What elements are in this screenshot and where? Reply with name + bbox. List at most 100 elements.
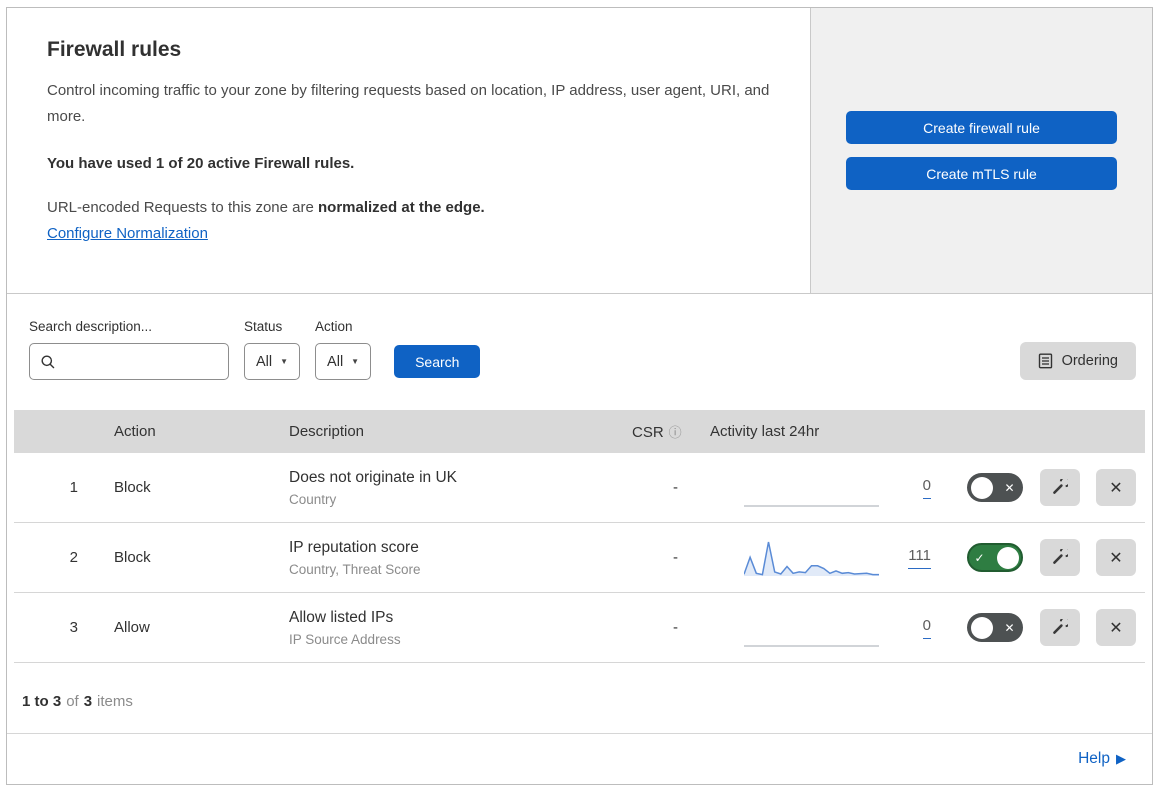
rule-activity-cell: 111 xyxy=(702,536,957,580)
rule-action: Block xyxy=(114,479,151,496)
rule-description-cell: IP reputation score Country, Threat Scor… xyxy=(289,539,632,577)
chevron-down-icon: ▼ xyxy=(280,357,289,366)
help-label: Help xyxy=(1078,750,1110,767)
table-header-row: Action Description CSR ⓘ Activity last 24… xyxy=(14,410,1145,453)
edit-rule-button[interactable] xyxy=(1039,609,1080,646)
rule-action: Allow xyxy=(114,619,150,636)
actions-panel: Create firewall rule Create mTLS rule xyxy=(810,8,1152,293)
wrench-icon xyxy=(1053,549,1068,564)
activity-sparkline xyxy=(744,644,879,647)
activity-count-link[interactable]: 111 xyxy=(908,547,931,569)
ordering-button-label: Ordering xyxy=(1061,353,1118,369)
delete-rule-button[interactable]: ✕ xyxy=(1096,469,1136,506)
normalization-text: URL-encoded Requests to this zone are xyxy=(47,198,318,216)
table-row: 2 Block IP reputation score Country, Thr… xyxy=(14,523,1145,593)
rule-description: IP reputation score xyxy=(289,538,419,556)
rules-table: Action Description CSR ⓘ Activity last 24… xyxy=(14,410,1145,663)
rule-action: Block xyxy=(114,549,151,566)
rule-description-cell: Allow listed IPs IP Source Address xyxy=(289,609,632,647)
toggle-knob xyxy=(970,476,993,499)
chevron-down-icon: ▼ xyxy=(351,357,360,366)
action-filter-group: Action All ▼ xyxy=(315,319,372,380)
header-csr: CSR ⓘ xyxy=(632,424,682,441)
toggle-knob xyxy=(970,616,993,639)
rule-description: Does not originate in UK xyxy=(289,468,458,486)
table-row: 1 Block Does not originate in UK Country… xyxy=(14,453,1145,523)
close-icon: ✕ xyxy=(1109,619,1123,637)
items-total: 3 xyxy=(83,693,93,710)
page-title: Firewall rules xyxy=(47,38,182,61)
create-mtls-rule-button[interactable]: Create mTLS rule xyxy=(846,157,1117,190)
rule-criteria: Country xyxy=(289,491,337,507)
rule-enabled-toggle[interactable]: ✓ ✕ xyxy=(966,613,1023,642)
search-input[interactable] xyxy=(64,352,218,371)
ordering-button[interactable]: Ordering xyxy=(1019,342,1136,380)
top-section: Firewall rules Control incoming traffic … xyxy=(7,8,1152,294)
wrench-icon xyxy=(1053,619,1068,634)
normalization-note: URL-encoded Requests to this zone are no… xyxy=(47,199,770,216)
activity-count-link[interactable]: 0 xyxy=(922,617,931,639)
toggle-x-icon: ✕ xyxy=(1004,620,1015,635)
status-dropdown[interactable]: All ▼ xyxy=(244,343,301,380)
toggle-x-icon: ✕ xyxy=(1004,480,1015,495)
status-selected-value: All xyxy=(256,353,273,370)
edit-rule-button[interactable] xyxy=(1039,469,1080,506)
rule-enabled-toggle[interactable]: ✓ ✕ xyxy=(966,543,1023,572)
edit-rule-button[interactable] xyxy=(1039,539,1080,576)
usage-summary: You have used 1 of 20 active Firewall ru… xyxy=(47,154,355,172)
activity-count-link[interactable]: 0 xyxy=(922,477,931,499)
pagination-summary: 1 to 3 of 3 items xyxy=(7,663,1152,734)
activity-sparkline xyxy=(744,504,879,507)
action-selected-value: All xyxy=(327,353,344,370)
page-description: Control incoming traffic to your zone by… xyxy=(47,82,770,126)
header-action: Action xyxy=(114,423,156,440)
ordering-list-icon xyxy=(1038,353,1052,369)
close-icon: ✕ xyxy=(1109,479,1123,497)
configure-normalization-link[interactable]: Configure Normalization xyxy=(47,225,208,242)
create-firewall-rule-button[interactable]: Create firewall rule xyxy=(846,111,1117,144)
status-filter-group: Status All ▼ xyxy=(244,319,301,380)
help-link[interactable]: Help ▶ xyxy=(1078,750,1126,768)
firewall-rules-page: Firewall rules Control incoming traffic … xyxy=(6,7,1153,785)
delete-rule-button[interactable]: ✕ xyxy=(1096,609,1136,646)
rule-csr-value: - xyxy=(673,549,678,566)
header-activity: Activity last 24hr xyxy=(710,423,820,440)
delete-rule-button[interactable]: ✕ xyxy=(1096,539,1136,576)
toggle-knob xyxy=(996,546,1019,569)
items-label: items xyxy=(97,693,133,710)
items-of-text: of xyxy=(66,693,79,710)
rule-priority: 3 xyxy=(69,619,78,636)
action-dropdown[interactable]: All ▼ xyxy=(315,343,372,380)
help-arrow-icon: ▶ xyxy=(1116,751,1126,766)
search-icon xyxy=(41,355,55,368)
rule-enabled-toggle[interactable]: ✓ ✕ xyxy=(966,473,1023,502)
rule-criteria: Country, Threat Score xyxy=(289,561,421,577)
action-label: Action xyxy=(315,319,353,334)
rule-activity-cell: 0 xyxy=(702,606,957,650)
items-range: 1 to 3 xyxy=(22,693,62,710)
rule-description-cell: Does not originate in UK Country xyxy=(289,469,632,507)
search-group: Search description... xyxy=(29,319,229,380)
rule-description: Allow listed IPs xyxy=(289,608,394,626)
normalization-bold-text: normalized at the edge. xyxy=(318,198,485,216)
rule-priority: 2 xyxy=(69,549,78,566)
search-button[interactable]: Search xyxy=(394,345,481,378)
intro-card: Firewall rules Control incoming traffic … xyxy=(7,8,810,293)
rule-criteria: IP Source Address xyxy=(289,631,401,647)
toggle-check-icon: ✓ xyxy=(974,550,985,565)
rule-priority: 1 xyxy=(69,479,78,496)
table-row: 3 Allow Allow listed IPs IP Source Addre… xyxy=(14,593,1145,663)
rule-activity-cell: 0 xyxy=(702,466,957,510)
filter-bar: Search description... Status All ▼ Actio… xyxy=(7,294,1152,410)
search-box xyxy=(29,343,229,380)
help-footer: Help ▶ xyxy=(7,734,1152,784)
rule-csr-value: - xyxy=(673,619,678,636)
status-label: Status xyxy=(244,319,283,334)
close-icon: ✕ xyxy=(1109,549,1123,567)
info-icon[interactable]: ⓘ xyxy=(669,425,682,440)
search-label: Search description... xyxy=(29,319,153,334)
wrench-icon xyxy=(1053,479,1068,494)
header-description: Description xyxy=(289,423,365,440)
rule-csr-value: - xyxy=(673,479,678,496)
activity-sparkline xyxy=(744,541,879,576)
